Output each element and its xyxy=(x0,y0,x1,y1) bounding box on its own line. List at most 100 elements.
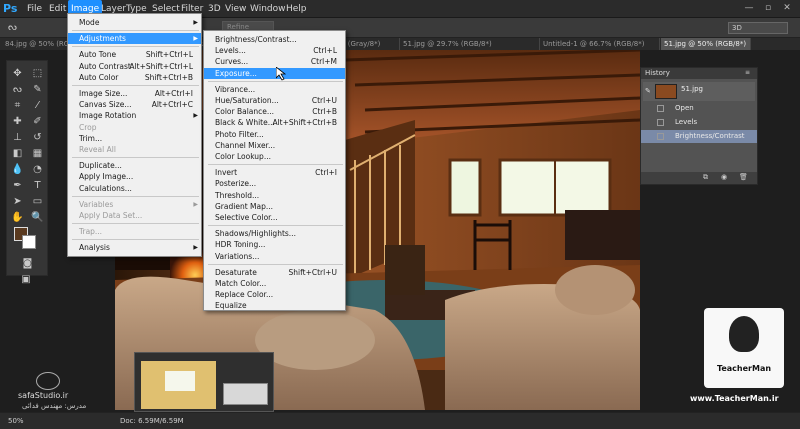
hand-tool-icon[interactable]: ✋ xyxy=(11,211,24,224)
menu-item-replace-color[interactable]: Replace Color... xyxy=(204,289,345,300)
menu-separator xyxy=(208,263,343,265)
menu-item-threshold[interactable]: Threshold... xyxy=(204,190,345,201)
menu-help[interactable]: Help xyxy=(283,0,310,18)
document-tab[interactable]: Untitled-1 @ 66.7% (RGB/8*) xyxy=(540,38,660,50)
zoom-tool-icon[interactable]: 🔍 xyxy=(31,211,44,224)
teacherman-watermark: TeacherMan www.TeacherMan.ir xyxy=(684,308,794,408)
new-document-icon[interactable]: ⧉ xyxy=(703,173,708,182)
menu-item-selective-color[interactable]: Selective Color... xyxy=(204,212,345,223)
menu-item-label: Selective Color... xyxy=(215,213,278,222)
menu-item-color-lookup[interactable]: Color Lookup... xyxy=(204,151,345,162)
history-snapshot[interactable]: ✎ 51.jpg xyxy=(643,82,755,101)
path-select-icon[interactable]: ➤ xyxy=(11,195,24,208)
menu-item-shortcut: Alt+Shift+Ctrl+B xyxy=(272,118,337,128)
camera-icon[interactable]: ◉ xyxy=(721,173,727,181)
menu-item-brightness-contrast[interactable]: Brightness/Contrast... xyxy=(204,34,345,45)
menu-item-label: Match Color... xyxy=(215,279,267,288)
menu-item-shortcut: Shift+Ctrl+B xyxy=(144,72,193,82)
menu-item-duplicate[interactable]: Duplicate... xyxy=(68,160,201,171)
menu-item-gradient-map[interactable]: Gradient Map... xyxy=(204,201,345,212)
menu-item-photo-filter[interactable]: Photo Filter... xyxy=(204,129,345,140)
menu-item-auto-contrast[interactable]: Auto Contrast Alt+Shift+Ctrl+L xyxy=(68,61,201,72)
menu-item-invert[interactable]: Invert Ctrl+I xyxy=(204,167,345,178)
menu-item-hdr-toning[interactable]: HDR Toning... xyxy=(204,239,345,250)
document-tab[interactable]: 51.jpg @ 50% (RGB/8*) xyxy=(661,38,751,50)
background-color-swatch[interactable] xyxy=(22,235,36,249)
trash-icon[interactable]: 🗑 xyxy=(739,173,748,181)
menu-item-image-rotation[interactable]: Image Rotation ▶ xyxy=(68,110,201,121)
menu-item-canvas-size[interactable]: Canvas Size... Alt+Ctrl+C xyxy=(68,99,201,110)
quick-select-icon[interactable]: ✎ xyxy=(31,83,44,96)
menu-item-levels[interactable]: Levels... Ctrl+L xyxy=(204,45,345,56)
menu-item-label: Auto Contrast xyxy=(79,61,131,71)
document-tab[interactable]: 51.jpg @ 29.7% (RGB/8*) xyxy=(400,38,540,50)
menu-item-label: Adjustments xyxy=(79,34,126,44)
menu-file[interactable]: File xyxy=(24,0,45,18)
menu-item-calculations[interactable]: Calculations... xyxy=(68,183,201,194)
history-state[interactable]: Open xyxy=(641,102,757,115)
clone-stamp-icon[interactable]: ⊥ xyxy=(11,131,24,144)
close-icon[interactable]: ✕ xyxy=(780,2,794,15)
menu-item-shadows-highlights[interactable]: Shadows/Highlights... xyxy=(204,228,345,239)
pen-tool-icon[interactable]: ✒ xyxy=(11,179,24,192)
history-brush-icon[interactable]: ↺ xyxy=(31,131,44,144)
history-state[interactable]: Levels xyxy=(641,116,757,129)
eraser-tool-icon[interactable]: ◧ xyxy=(11,147,24,160)
move-tool-icon[interactable]: ✥ xyxy=(11,67,24,80)
eyedropper-icon[interactable]: ⁄ xyxy=(31,99,44,112)
workspace-select[interactable]: 3D xyxy=(728,22,788,34)
history-footer: ⧉ ◉ 🗑 xyxy=(641,172,757,184)
menu-item-black-white[interactable]: Black & White... Alt+Shift+Ctrl+B xyxy=(204,117,345,128)
menu-item-image-size[interactable]: Image Size... Alt+Ctrl+I xyxy=(68,88,201,99)
submenu-arrow-icon: ▶ xyxy=(193,19,198,26)
menu-item-auto-tone[interactable]: Auto Tone Shift+Ctrl+L xyxy=(68,49,201,60)
menu-item-variations[interactable]: Variations... xyxy=(204,251,345,262)
menu-item-auto-color[interactable]: Auto Color Shift+Ctrl+B xyxy=(68,72,201,83)
gradient-tool-icon[interactable]: ▦ xyxy=(31,147,44,160)
menu-item-hue-saturation[interactable]: Hue/Saturation... Ctrl+U xyxy=(204,95,345,106)
crop-tool-icon[interactable]: ⌗ xyxy=(11,99,24,112)
menu-view[interactable]: View xyxy=(222,0,249,18)
menu-item-label: Apply Image... xyxy=(79,172,134,182)
zoom-level[interactable]: 50% xyxy=(8,417,24,425)
panel-menu-icon[interactable]: ≡ xyxy=(745,69,750,76)
menu-item-desaturate[interactable]: Desaturate Shift+Ctrl+U xyxy=(204,267,345,278)
type-tool-icon[interactable]: T xyxy=(31,179,44,192)
menu-item-exposure[interactable]: Exposure... xyxy=(204,67,345,79)
menu-3d[interactable]: 3D xyxy=(205,0,224,18)
healing-brush-icon[interactable]: ✚ xyxy=(11,115,24,128)
safastudio-watermark: safaStudio.ir مدرس: مهندس فدائی xyxy=(18,372,88,412)
marquee-tool-icon[interactable]: ⬚ xyxy=(31,67,44,80)
history-state[interactable]: Brightness/Contrast xyxy=(641,130,757,143)
menu-item-trim[interactable]: Trim... xyxy=(68,133,201,144)
menu-item-match-color[interactable]: Match Color... xyxy=(204,278,345,289)
menu-item-color-balance[interactable]: Color Balance... Ctrl+B xyxy=(204,106,345,117)
menu-edit[interactable]: Edit xyxy=(46,0,69,18)
menu-item-adjustments[interactable]: Adjustments ▶ xyxy=(68,33,201,45)
menu-item-label: Variables xyxy=(79,199,114,209)
menu-item-analysis[interactable]: Analysis ▶ xyxy=(68,242,201,253)
maximize-icon[interactable]: ▫ xyxy=(761,2,775,15)
menu-item-posterize[interactable]: Posterize... xyxy=(204,178,345,189)
screen-mode-icon[interactable]: ▣ xyxy=(11,273,41,286)
menu-item-mode[interactable]: Mode ▶ xyxy=(68,17,201,28)
submenu-arrow-icon: ▶ xyxy=(193,112,198,120)
menu-item-vibrance[interactable]: Vibrance... xyxy=(204,84,345,95)
blur-tool-icon[interactable]: 💧 xyxy=(11,163,24,176)
dodge-tool-icon[interactable]: ◔ xyxy=(31,163,44,176)
menu-separator xyxy=(72,30,199,32)
shape-tool-icon[interactable]: ▭ xyxy=(31,195,44,208)
image-menu: Mode ▶ Adjustments ▶ Auto Tone Shift+Ctrl+L Au… xyxy=(67,13,202,257)
minimize-icon[interactable]: — xyxy=(742,2,756,15)
menu-item-equalize[interactable]: Equalize xyxy=(204,300,345,311)
lasso-tool-icon[interactable]: ᔓ xyxy=(6,21,19,34)
lasso-icon[interactable]: ᔓ xyxy=(11,83,24,96)
menu-item-channel-mixer[interactable]: Channel Mixer... xyxy=(204,140,345,151)
history-tab[interactable]: History xyxy=(641,68,757,79)
menu-item-label: Photo Filter... xyxy=(215,129,264,139)
menu-item-apply-image[interactable]: Apply Image... xyxy=(68,171,201,182)
submenu-arrow-icon: ▶ xyxy=(193,200,198,208)
quick-mask-icon[interactable]: ◙ xyxy=(21,257,34,270)
brush-tool-icon[interactable]: ✐ xyxy=(31,115,44,128)
menu-item-curves[interactable]: Curves... Ctrl+M xyxy=(204,56,345,67)
